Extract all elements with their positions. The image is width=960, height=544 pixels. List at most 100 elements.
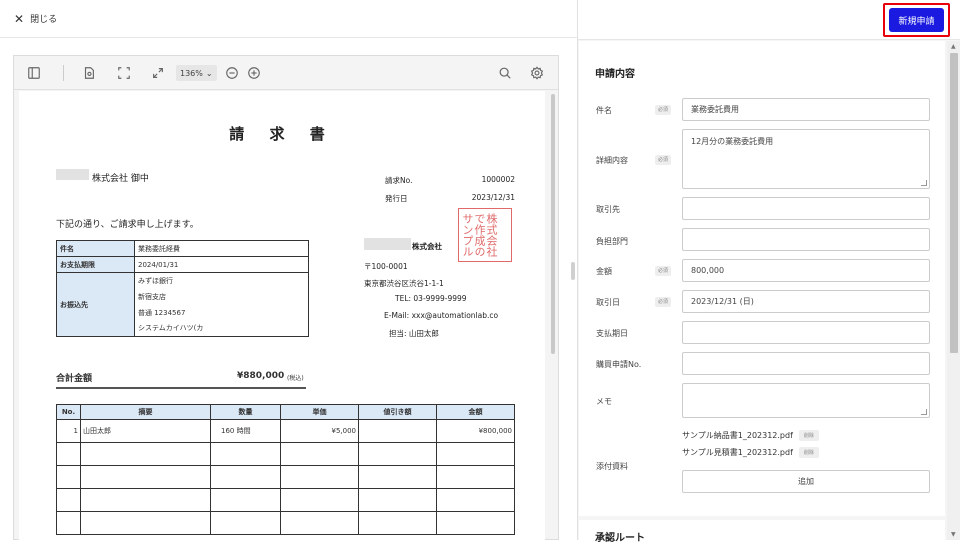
col-header: 摘要 xyxy=(80,404,211,420)
vendor-input[interactable] xyxy=(682,197,930,220)
col-header: 数量 xyxy=(210,404,281,420)
redacted-recipient xyxy=(56,169,89,180)
required-badge: 必須 xyxy=(655,297,671,307)
total-underline xyxy=(56,387,306,389)
col-header: 単価 xyxy=(280,404,359,420)
close-label: 閉じる xyxy=(30,15,58,25)
search-icon[interactable] xyxy=(497,65,513,81)
form-pane: 新規申請 申請内容 件名 必須 業務委託費用 詳細内容 必須 12月分の業務委託… xyxy=(577,0,960,544)
seal-line: サンプル xyxy=(461,213,474,257)
route-title: 承認ルート xyxy=(595,533,645,544)
subject-label: 件名 xyxy=(596,106,612,115)
zoom-out-icon[interactable] xyxy=(224,65,240,81)
sidebar-toggle-icon[interactable] xyxy=(26,65,42,81)
zoom-select[interactable]: 136% ⌄ xyxy=(176,65,217,81)
col-header: 値引き額 xyxy=(358,404,437,420)
seal-line: 株式会社 xyxy=(485,213,498,257)
amount-input[interactable]: 800,000 xyxy=(682,259,930,282)
table-row: 1 山田太郎 160 時間 ¥5,000 ¥800,000 xyxy=(56,419,515,443)
zoom-in-icon[interactable] xyxy=(246,65,262,81)
required-badge: 必須 xyxy=(655,266,671,276)
table-row xyxy=(56,488,515,512)
dept-label: 負担部門 xyxy=(596,237,628,246)
scroll-up-icon[interactable]: ▲ xyxy=(951,43,956,50)
company-postal: 〒100-0001 xyxy=(364,262,408,271)
info-value: 2024/01/31 xyxy=(134,256,309,273)
delete-attachment-button[interactable]: 削除 xyxy=(798,430,819,441)
company-email: E-Mail: xxx@automationlab.co xyxy=(384,311,499,320)
table-row xyxy=(56,465,515,489)
scroll-down-icon[interactable]: ▼ xyxy=(951,531,956,538)
company-name: 株式会社 xyxy=(412,242,442,251)
txn-date-input[interactable]: 2023/12/31 (日) xyxy=(682,290,930,313)
pane-resize-handle[interactable] xyxy=(571,262,575,280)
attachment-item: サンプル見積書1_202312.pdf 削除 xyxy=(682,447,819,458)
gear-icon[interactable] xyxy=(529,65,545,81)
memo-label: メモ xyxy=(596,397,612,406)
approval-route-section: 承認ルート xyxy=(579,520,945,544)
table-row xyxy=(56,442,515,466)
total-value: ¥880,000 xyxy=(237,371,285,381)
company-tel: TEL: 03-9999-9999 xyxy=(395,294,467,303)
table-row: お振込先 みずほ銀行 xyxy=(56,272,309,337)
delete-attachment-button[interactable]: 削除 xyxy=(798,447,819,458)
viewer-scrollbar[interactable] xyxy=(551,94,555,354)
memo-textarea[interactable] xyxy=(682,383,930,418)
col-header: No. xyxy=(56,404,81,420)
fit-page-icon[interactable] xyxy=(116,65,132,81)
total-note: (税込) xyxy=(287,375,304,382)
bank-line: 新宿支店 xyxy=(134,288,309,305)
cell: 160 時間 xyxy=(210,419,281,443)
attachment-item: サンプル納品書1_202312.pdf 削除 xyxy=(682,430,819,441)
attachment-filename: サンプル納品書1_202312.pdf xyxy=(682,431,793,440)
page-view-icon[interactable] xyxy=(81,65,97,81)
close-icon: ✕ xyxy=(14,11,25,26)
amount-label: 金額 xyxy=(596,267,612,276)
details-value: 12月分の業務委託費用 xyxy=(691,137,774,146)
dept-input[interactable] xyxy=(682,228,930,251)
bank-label: お振込先 xyxy=(56,272,135,337)
bank-line: システムカイハツ(カ xyxy=(134,320,309,337)
issue-date: 2023/12/31 xyxy=(471,193,515,202)
issue-date-label: 発行日 xyxy=(385,194,408,203)
invoice-no: 1000002 xyxy=(481,175,515,184)
section-title: 申請内容 xyxy=(595,69,635,80)
invoice-no-label: 請求No. xyxy=(385,176,413,185)
required-badge: 必須 xyxy=(655,105,671,115)
table-row: お支払期限 2024/01/31 xyxy=(56,256,309,273)
pay-date-input[interactable] xyxy=(682,321,930,344)
add-attachment-button[interactable]: 追加 xyxy=(682,470,930,493)
col-header: 金額 xyxy=(436,404,515,420)
doc-title: 請 求 書 xyxy=(229,125,335,143)
form-scrollbar[interactable]: ▲ ▼ xyxy=(947,41,960,540)
txn-date-label: 取引日 xyxy=(596,298,620,307)
company-address: 東京都渋谷区渋谷1-1-1 xyxy=(364,279,444,288)
company-seal: サンプル で作成の 株式会社 xyxy=(458,208,512,262)
resize-grip-icon[interactable] xyxy=(921,409,927,415)
expand-icon[interactable] xyxy=(150,65,166,81)
purchase-no-label: 購買申請No. xyxy=(596,360,642,369)
redacted-company xyxy=(364,238,411,250)
viewer-toolbar: 136% ⌄ xyxy=(14,56,558,90)
resize-grip-icon[interactable] xyxy=(921,180,927,186)
new-request-button[interactable]: 新規申請 xyxy=(889,8,944,32)
pdf-viewer: 136% ⌄ 請 求 書 株式会社 御中 請求No. 1000002 発行日 2… xyxy=(13,55,559,540)
pay-date-label: 支払期日 xyxy=(596,329,628,338)
company-person: 担当: 山田太郎 xyxy=(389,329,439,338)
bank-line: 普通 1234567 xyxy=(134,304,309,321)
attachments-label: 添付資料 xyxy=(596,462,628,471)
right-topbar: 新規申請 xyxy=(578,0,960,40)
purchase-no-input[interactable] xyxy=(682,352,930,375)
request-form: 申請内容 件名 必須 業務委託費用 詳細内容 必須 12月分の業務委託費用 取引… xyxy=(579,41,945,516)
close-button[interactable]: ✕ 閉じる xyxy=(14,11,58,26)
details-textarea[interactable]: 12月分の業務委託費用 xyxy=(682,129,930,189)
subject-input[interactable]: 業務委託費用 xyxy=(682,98,930,121)
bank-line: みずほ銀行 xyxy=(134,272,309,289)
required-badge: 必須 xyxy=(655,155,671,165)
invoice-page: 請 求 書 株式会社 御中 請求No. 1000002 発行日 2023/12/… xyxy=(19,91,545,540)
cell: ¥800,000 xyxy=(436,419,515,443)
document-pane: ✕ 閉じる 136% ⌄ 請 求 書 株式会社 御中 請求No. 1000002… xyxy=(0,0,577,540)
seal-line: で作成の xyxy=(473,213,486,257)
chevron-down-icon: ⌄ xyxy=(205,68,213,78)
scrollbar-thumb[interactable] xyxy=(950,53,958,353)
